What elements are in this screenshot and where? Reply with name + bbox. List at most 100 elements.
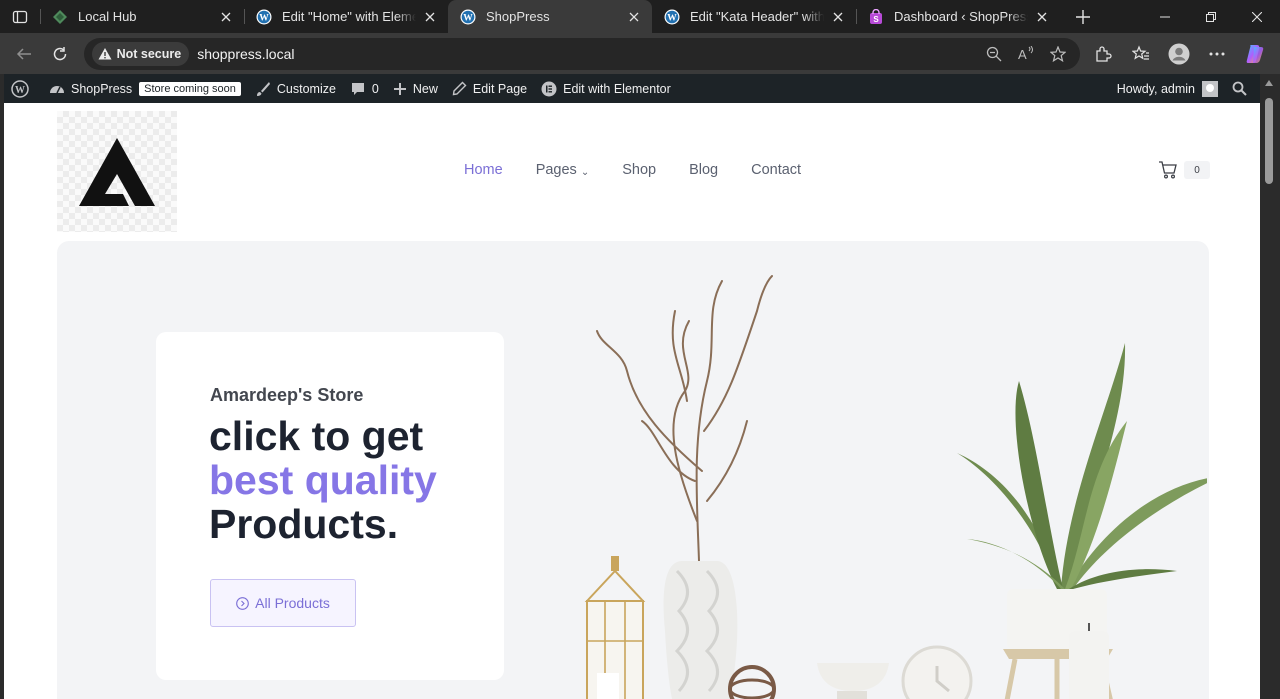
avatar <box>1202 80 1218 97</box>
nav-pages[interactable]: Pages ⌄ <box>535 161 590 179</box>
browser-tab-strip: Local Hub W Edit "Home" with Elementor W… <box>0 0 1280 33</box>
headline-accent: best quality <box>209 457 437 503</box>
hero-headline: click to get best quality Products. <box>209 414 437 546</box>
hero-banner: Amardeep's Store click to get best quali… <box>57 241 1209 699</box>
howdy-label: Howdy, admin <box>1116 81 1195 96</box>
site-name-label: ShopPress <box>71 81 133 96</box>
wp-admin-bar: W ShopPress Store coming soon Customize … <box>4 74 1260 103</box>
site-logo[interactable] <box>57 111 177 232</box>
site-name-menu[interactable]: ShopPress <box>42 74 139 103</box>
tab-dashboard[interactable]: S Dashboard ‹ ShopPress — <box>856 0 1060 33</box>
nav-label: Shop <box>622 161 657 178</box>
all-products-button[interactable]: All Products <box>210 579 356 627</box>
profile-avatar-icon[interactable] <box>1160 36 1198 72</box>
logo-triangle-icon <box>79 137 155 206</box>
page-scrollbar[interactable] <box>1260 74 1280 699</box>
main-navigation: Home Pages ⌄ Shop Blog Contact <box>464 161 834 179</box>
restore-icon[interactable] <box>1188 0 1234 33</box>
security-label: Not secure <box>116 46 182 61</box>
chevron-down-icon: ⌄ <box>580 167 590 178</box>
wordpress-icon: W <box>664 9 680 25</box>
nav-label: Home <box>464 161 503 178</box>
tab-title: ShopPress <box>486 9 550 24</box>
customize-label: Customize <box>276 81 336 96</box>
shoppress-icon: S <box>868 8 884 25</box>
warning-icon <box>98 47 112 59</box>
close-icon[interactable] <box>422 9 438 25</box>
edit-page-link[interactable]: Edit Page <box>445 74 534 103</box>
search-icon <box>1232 81 1247 96</box>
window-controls <box>1142 0 1280 33</box>
tab-title: Local Hub <box>78 9 137 24</box>
close-icon[interactable] <box>830 9 846 25</box>
svg-text:W: W <box>667 13 677 23</box>
nav-contact[interactable]: Contact <box>751 162 801 178</box>
favorites-icon[interactable] <box>1122 36 1160 72</box>
plus-icon <box>393 82 406 95</box>
tab-separator <box>40 9 41 24</box>
circle-chevron-right-icon <box>236 596 249 610</box>
store-coming-soon-badge[interactable]: Store coming soon <box>139 74 248 103</box>
wordpress-icon: W <box>256 9 272 25</box>
tab-actions-icon[interactable] <box>0 0 40 33</box>
all-products-label: All Products <box>255 595 330 611</box>
comments-link[interactable]: 0 <box>343 74 386 103</box>
edit-with-elementor-link[interactable]: Edit with Elementor <box>534 74 678 103</box>
close-icon[interactable] <box>1034 9 1050 25</box>
tab-separator <box>856 9 857 24</box>
close-window-icon[interactable] <box>1234 0 1280 33</box>
dashboard-gauge-icon <box>50 85 64 93</box>
web-page: Home Pages ⌄ Shop Blog Contact 0 Amardeep… <box>4 103 1260 699</box>
cart-button[interactable]: 0 <box>1158 161 1210 179</box>
cart-count-badge: 0 <box>1184 161 1210 179</box>
browser-right-tools <box>1084 36 1274 72</box>
address-bar[interactable]: Not secure shoppress.local A <box>83 37 1080 70</box>
elementor-icon <box>541 81 557 96</box>
more-menu-icon[interactable] <box>1198 36 1236 72</box>
new-content-menu[interactable]: New <box>386 74 445 103</box>
nav-blog[interactable]: Blog <box>689 162 718 178</box>
coming-soon-label: Store coming soon <box>139 81 241 96</box>
browser-toolbar: Not secure shoppress.local A <box>0 33 1280 74</box>
tab-edit-kata-header[interactable]: W Edit "Kata Header" with Elementor <box>652 0 856 33</box>
refresh-icon[interactable] <box>42 36 78 72</box>
svg-text:W: W <box>15 84 25 95</box>
edit-elementor-label: Edit with Elementor <box>563 81 671 96</box>
read-aloud-icon[interactable]: A <box>1010 40 1042 68</box>
admin-bar-right: Howdy, admin <box>1110 74 1260 103</box>
not-secure-badge[interactable]: Not secure <box>91 41 190 66</box>
scroll-up-arrow-icon[interactable] <box>1265 80 1273 86</box>
cart-icon <box>1159 161 1177 179</box>
copilot-icon[interactable] <box>1236 36 1274 72</box>
url-text[interactable]: shoppress.local <box>197 46 294 62</box>
nav-label: Blog <box>689 161 719 178</box>
wp-logo-menu[interactable]: W <box>4 74 42 103</box>
tab-local-hub[interactable]: Local Hub <box>40 0 244 33</box>
my-account-menu[interactable]: Howdy, admin <box>1110 74 1225 103</box>
new-tab-button[interactable] <box>1066 0 1100 33</box>
svg-text:S: S <box>873 15 879 24</box>
pencil-icon <box>452 81 467 96</box>
tab-title: Edit "Home" with Elementor <box>282 9 416 24</box>
admin-search[interactable] <box>1225 74 1260 103</box>
nav-shop[interactable]: Shop <box>622 162 656 178</box>
local-hub-icon <box>52 9 68 25</box>
store-name: Amardeep's Store <box>210 385 364 405</box>
nav-home[interactable]: Home <box>464 162 503 178</box>
back-arrow-icon[interactable] <box>6 36 42 72</box>
zoom-icon[interactable] <box>978 40 1010 68</box>
nav-label: Pages <box>535 161 577 178</box>
minimize-icon[interactable] <box>1142 0 1188 33</box>
tab-edit-home[interactable]: W Edit "Home" with Elementor <box>244 0 448 33</box>
new-label: New <box>412 81 438 96</box>
svg-text:A: A <box>1018 47 1027 62</box>
scroll-thumb[interactable] <box>1265 98 1273 184</box>
customize-link[interactable]: Customize <box>248 74 343 103</box>
tab-shoppress[interactable]: W ShopPress <box>448 0 652 33</box>
extensions-icon[interactable] <box>1084 36 1122 72</box>
tab-title: Dashboard ‹ ShopPress — <box>894 9 1028 24</box>
favorite-star-icon[interactable] <box>1042 40 1074 68</box>
close-icon[interactable] <box>626 9 642 25</box>
headline-line-1: click to get <box>209 413 424 459</box>
close-icon[interactable] <box>218 9 234 25</box>
